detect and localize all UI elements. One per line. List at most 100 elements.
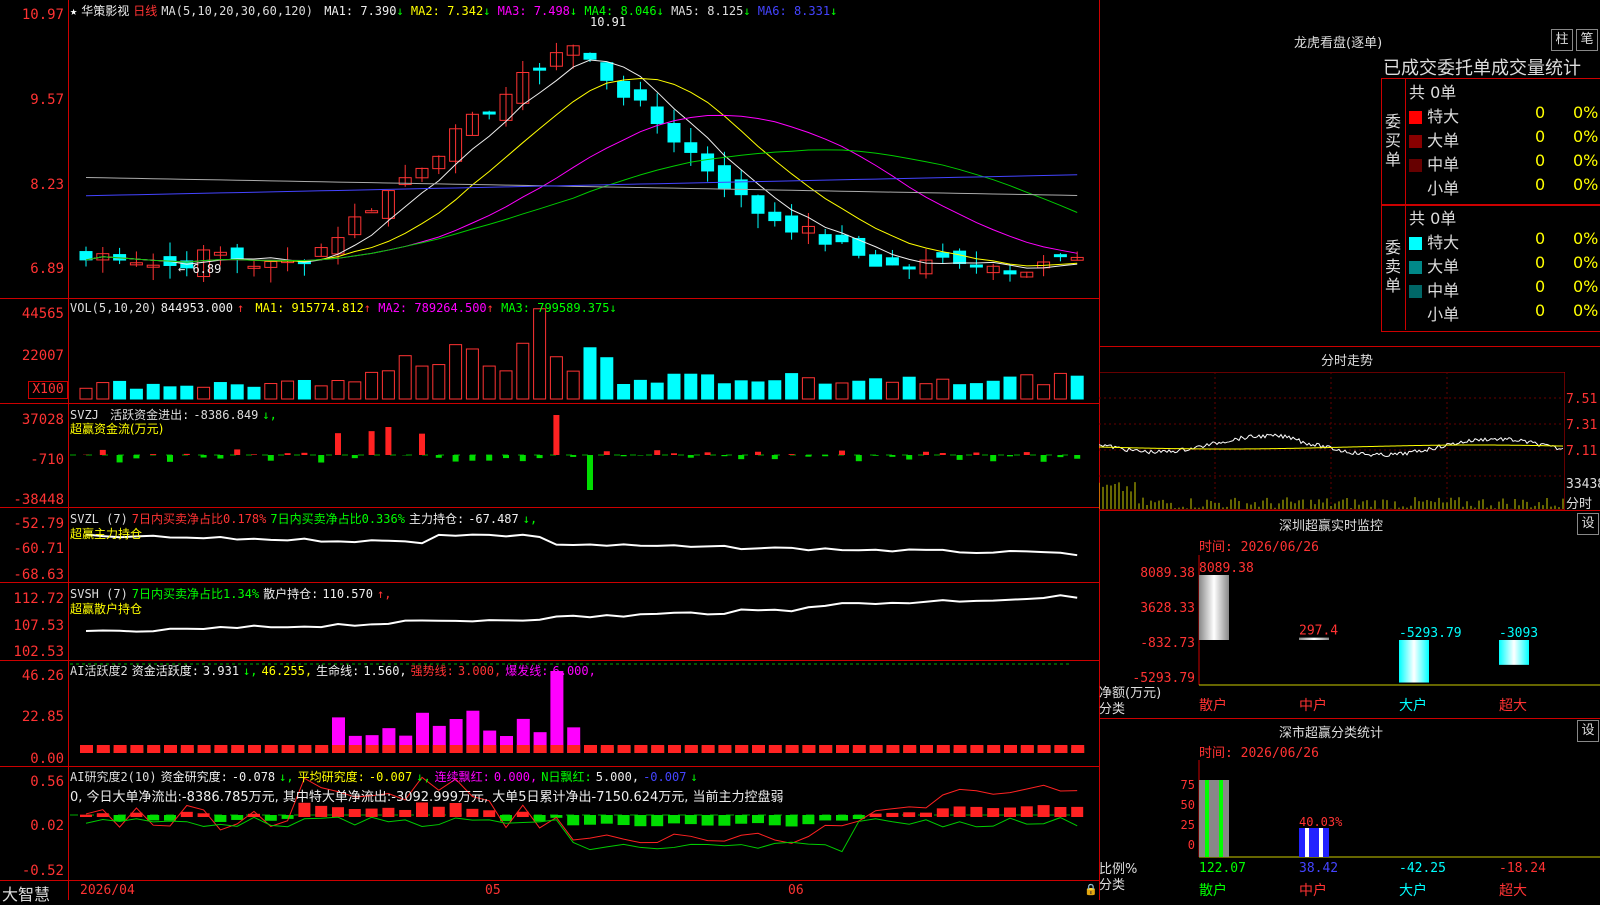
y-tick: 8.23 bbox=[0, 177, 64, 193]
fund-bar bbox=[436, 455, 442, 458]
szmon-category: 超大 bbox=[1499, 698, 1527, 714]
fund-bar bbox=[856, 455, 862, 461]
research-bar bbox=[634, 815, 646, 826]
szmon-category: 中户 bbox=[1299, 697, 1327, 714]
row-label: 中单 bbox=[1422, 281, 1459, 300]
row-percent: 0% bbox=[1573, 127, 1598, 151]
vol-ma-value: 789264.500 bbox=[414, 301, 486, 315]
svsh-v2: 110.570 bbox=[322, 587, 373, 601]
volume-bar bbox=[668, 374, 680, 399]
base-bar bbox=[1004, 745, 1017, 753]
fund-bar bbox=[570, 455, 576, 457]
fund-bar bbox=[503, 455, 509, 458]
volume-bar bbox=[584, 348, 596, 399]
candle bbox=[685, 143, 697, 153]
base-bar bbox=[231, 745, 244, 753]
vol-unit[interactable]: X100 bbox=[28, 381, 68, 399]
volume-bar bbox=[685, 374, 697, 399]
fund-bar bbox=[133, 455, 139, 458]
lock-icon[interactable]: 🔒 bbox=[1084, 883, 1098, 896]
volume-bar bbox=[231, 385, 243, 399]
fund-bar bbox=[755, 452, 761, 455]
research-bar bbox=[534, 815, 546, 821]
ai1-v3: 1.560, bbox=[363, 664, 406, 678]
buy-row: 中单 bbox=[1409, 151, 1459, 175]
ma1-line bbox=[86, 60, 1077, 268]
ai2-a5: ↓ bbox=[690, 770, 697, 784]
panel-divider bbox=[0, 880, 1099, 881]
szcls-chart[interactable]: 755025040.03%122.07散户38.42中户-42.25大户-18.… bbox=[1099, 760, 1600, 900]
ai1-t4: 强势线: bbox=[411, 664, 454, 678]
szmon-y-tick: 8089.38 bbox=[1140, 566, 1195, 581]
intraday-chart[interactable] bbox=[1099, 372, 1565, 510]
ai2-t3: 连续飘红: bbox=[435, 770, 490, 784]
ai2-v1: -0.078 bbox=[232, 770, 275, 784]
fund-bar bbox=[654, 450, 660, 455]
ai1-v2: 46.255, bbox=[262, 664, 313, 678]
fund-bar bbox=[285, 453, 291, 455]
divider bbox=[1099, 718, 1600, 719]
base-bar bbox=[601, 745, 614, 753]
research-bar bbox=[214, 815, 226, 822]
research-bar bbox=[1004, 808, 1016, 817]
base-bar bbox=[382, 745, 395, 753]
candle bbox=[752, 196, 764, 214]
szcls-y-tick: 50 bbox=[1181, 798, 1195, 812]
research-bar bbox=[819, 815, 831, 820]
row-value: 0 bbox=[1535, 151, 1545, 175]
ai2-v2: -0.007 bbox=[369, 770, 412, 784]
volume-bar bbox=[1004, 377, 1016, 399]
base-bar bbox=[433, 745, 446, 753]
base-bar bbox=[987, 745, 1000, 753]
fenshi-title: 分时走势 bbox=[1321, 350, 1373, 369]
kline-chart[interactable] bbox=[70, 0, 1099, 298]
volume-bar bbox=[164, 387, 176, 399]
svzl-arrow: ↓, bbox=[523, 512, 537, 526]
tick-mode-button[interactable]: 笔 bbox=[1576, 29, 1598, 51]
ma-value: 7.342 bbox=[447, 4, 483, 18]
y-tick: 10.97 bbox=[0, 7, 64, 23]
vol-ma-value: 799589.375 bbox=[537, 301, 609, 315]
lhb-header: 已成交委托单成交量统计 bbox=[1383, 54, 1600, 80]
fund-bar bbox=[789, 454, 795, 455]
svzj-sub: 超赢资金流(万元) bbox=[70, 420, 163, 437]
szcls-settings-button[interactable]: 设 bbox=[1577, 720, 1599, 742]
base-bar bbox=[903, 745, 916, 753]
szcls-category: 大户 bbox=[1399, 882, 1427, 899]
research-bar bbox=[349, 809, 361, 817]
fund-bar bbox=[587, 455, 593, 490]
bar-mode-button[interactable]: 柱 bbox=[1551, 29, 1573, 51]
szmon-time: 时间: 2026/06/26 bbox=[1199, 536, 1319, 555]
volume-bar bbox=[920, 384, 932, 399]
volume-bar bbox=[769, 381, 781, 399]
color-swatch bbox=[1409, 111, 1422, 124]
ma-values: MA1: 7.390↓ MA2: 7.342↓ MA3: 7.498↓ MA4:… bbox=[324, 4, 837, 18]
szcls-title: 深市超赢分类统计 bbox=[1279, 722, 1383, 741]
color-swatch bbox=[1409, 183, 1422, 196]
volume-bar bbox=[416, 366, 428, 399]
szcls-bar-value: 122.07 bbox=[1199, 861, 1246, 876]
fund-bar bbox=[469, 455, 475, 461]
volume-bar bbox=[618, 384, 630, 399]
base-bar bbox=[198, 745, 211, 753]
sell-row: 特大 bbox=[1409, 229, 1459, 253]
row-percent: 0% bbox=[1573, 253, 1598, 277]
vol-info-line: VOL(5,10,20)844953.000↑ MA1: 915774.812↑… bbox=[70, 301, 621, 315]
base-bar bbox=[752, 745, 765, 753]
research-bar bbox=[802, 815, 814, 824]
szmon-settings-button[interactable]: 设 bbox=[1577, 513, 1599, 535]
vol-label: VOL(5,10,20) bbox=[70, 301, 157, 315]
activity-bar bbox=[550, 671, 563, 753]
color-swatch bbox=[1409, 159, 1422, 172]
fenshi-vol: 33438 bbox=[1566, 477, 1600, 492]
base-bar bbox=[1054, 745, 1067, 753]
szcls-bar bbox=[1299, 828, 1329, 857]
research-bar bbox=[1071, 807, 1083, 817]
left-chart-area[interactable]: ★华策影视日线MA(5,10,20,30,60,120) MA1: 7.390↓… bbox=[0, 0, 1099, 900]
szmon-chart[interactable]: 8089.383628.33-832.73-5293.798089.38散户29… bbox=[1099, 555, 1600, 720]
ma-label: MA(5,10,20,30,60,120) bbox=[161, 4, 313, 18]
ai2-a2: ↓, bbox=[416, 770, 430, 784]
volume-bar bbox=[651, 383, 663, 399]
research-bar bbox=[567, 815, 579, 825]
y-tick: -52.79 bbox=[0, 516, 64, 532]
